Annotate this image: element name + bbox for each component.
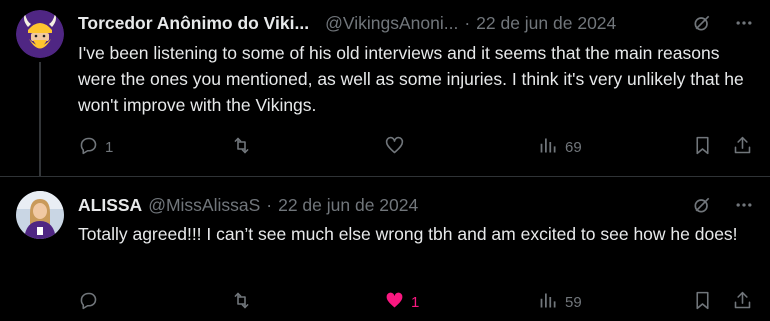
author-name[interactable]: ALISSA [78, 195, 142, 216]
avatar[interactable] [16, 191, 64, 239]
grok-icon[interactable] [692, 195, 712, 215]
views-count: 59 [565, 293, 582, 311]
tweet-text: Totally agreed!!! I can’t see much else … [78, 224, 738, 244]
reply-button[interactable] [78, 290, 99, 314]
views-icon [538, 135, 559, 160]
author-handle[interactable]: @MissAlissaS [148, 195, 260, 216]
tweet-card[interactable]: ALISSA @MissAlissaS · 22 de jun de 2024 … [0, 176, 770, 321]
reply-icon [78, 135, 99, 160]
views-button[interactable]: 59 [538, 290, 582, 314]
tweet-date[interactable]: 22 de jun de 2024 [278, 195, 418, 216]
views-count: 69 [565, 138, 582, 156]
more-icon[interactable] [734, 195, 754, 215]
tweet-header: ALISSA @MissAlissaS · 22 de jun de 2024 [78, 194, 754, 216]
views-button[interactable]: 69 [538, 135, 582, 159]
reply-count: 1 [105, 138, 114, 156]
retweet-button[interactable] [231, 290, 252, 314]
bookmark-button[interactable] [692, 135, 713, 159]
share-icon [732, 290, 753, 315]
bookmark-icon [692, 290, 713, 315]
heart-icon [384, 135, 405, 160]
retweet-icon [231, 290, 252, 315]
reply-button[interactable]: 1 [78, 135, 113, 159]
author-handle[interactable]: @VikingsAnoni... [325, 13, 458, 34]
more-icon[interactable] [734, 13, 754, 33]
heart-icon [384, 290, 405, 315]
share-icon [732, 135, 753, 160]
retweet-button[interactable] [231, 135, 252, 159]
tweet-text: I've been listening to some of his old i… [78, 43, 744, 115]
share-button[interactable] [732, 290, 753, 314]
separator-dot: · [464, 12, 471, 33]
tweet-card[interactable]: Torcedor Anônimo do Viki... @VikingsAnon… [0, 0, 770, 176]
grok-icon[interactable] [692, 13, 712, 33]
separator-dot: · [266, 194, 273, 215]
avatar[interactable] [16, 10, 64, 58]
views-icon [538, 290, 559, 315]
like-button[interactable] [384, 135, 405, 159]
bookmark-icon [692, 135, 713, 160]
bookmark-button[interactable] [692, 290, 713, 314]
like-count: 1 [411, 293, 420, 311]
action-bar: 1 59 [78, 290, 754, 314]
action-bar: 1 69 [78, 135, 754, 159]
like-button[interactable]: 1 [384, 290, 419, 314]
retweet-icon [231, 135, 252, 160]
reply-icon [78, 290, 99, 315]
author-name[interactable]: Torcedor Anônimo do Viki... [78, 13, 309, 34]
share-button[interactable] [732, 135, 753, 159]
tweet-header: Torcedor Anônimo do Viki... @VikingsAnon… [78, 12, 754, 34]
tweet-date[interactable]: 22 de jun de 2024 [476, 13, 616, 34]
thread-line [39, 62, 41, 176]
